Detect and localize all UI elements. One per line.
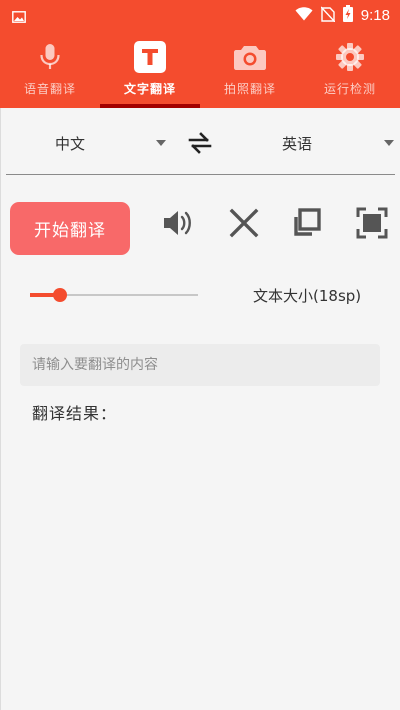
chevron-down-icon[interactable] — [384, 140, 394, 146]
tab-run-check[interactable]: 运行检测 — [300, 30, 400, 108]
microphone-icon — [39, 42, 61, 72]
gear-icon — [335, 42, 365, 72]
chevron-down-icon[interactable] — [156, 140, 166, 146]
result-label: 翻译结果： — [32, 404, 118, 423]
wifi-icon — [295, 6, 313, 25]
fullscreen-icon[interactable] — [354, 205, 390, 241]
text-size-slider[interactable] — [30, 286, 198, 304]
clear-icon[interactable] — [226, 205, 262, 241]
left-edge-line — [0, 108, 1, 710]
text-size-label: 文本大小(18sp) — [253, 287, 362, 305]
tab-label: 语音翻译 — [23, 82, 76, 96]
translate-input[interactable] — [20, 344, 380, 386]
language-row: 中文 英语 — [0, 120, 400, 166]
divider — [6, 174, 395, 175]
tab-label: 文字翻译 — [123, 82, 176, 96]
no-sim-icon — [320, 6, 336, 26]
swap-languages-icon[interactable] — [188, 132, 212, 158]
tab-label: 拍照翻译 — [223, 82, 276, 96]
text-t-icon — [134, 41, 166, 73]
battery-charging-icon — [342, 5, 353, 26]
tab-bar: 语音翻译 文字翻译 拍照翻译 运行检测 — [0, 30, 400, 108]
slider-thumb[interactable] — [53, 288, 67, 302]
status-time: 9:18 — [360, 7, 390, 24]
tab-indicator — [100, 104, 200, 108]
speaker-icon[interactable] — [160, 205, 196, 241]
target-language-select[interactable]: 英语 — [282, 120, 312, 166]
tab-text-translate[interactable]: 文字翻译 — [100, 30, 200, 108]
tab-photo-translate[interactable]: 拍照翻译 — [200, 30, 300, 108]
copy-icon[interactable] — [288, 205, 324, 241]
tab-voice-translate[interactable]: 语音翻译 — [0, 30, 100, 108]
image-icon — [12, 8, 26, 27]
tab-label: 运行检测 — [323, 82, 376, 96]
status-bar: 9:18 — [0, 0, 400, 30]
camera-icon — [233, 42, 267, 72]
source-language-select[interactable]: 中文 — [55, 120, 85, 166]
start-translate-button[interactable]: 开始翻译 — [10, 202, 130, 255]
